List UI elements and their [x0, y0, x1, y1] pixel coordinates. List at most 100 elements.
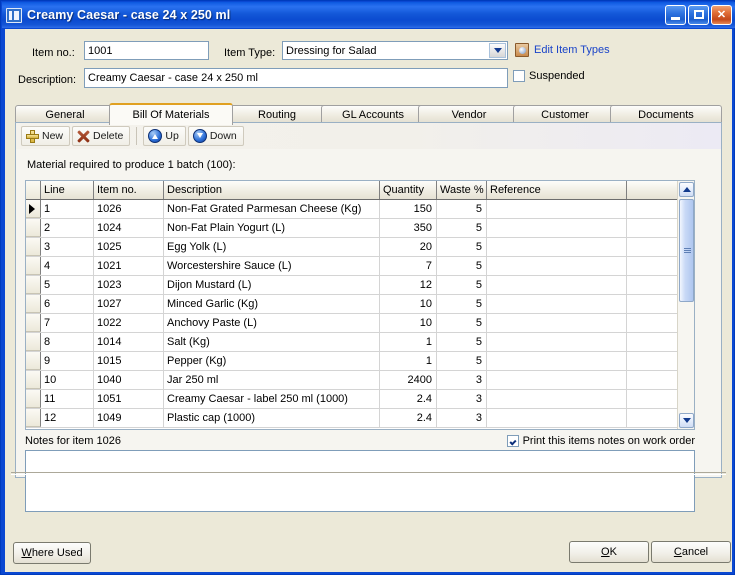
item-type-select[interactable]: Dressing for Salad — [282, 41, 508, 60]
cell-reference[interactable] — [487, 295, 627, 313]
tab-bill-of-materials[interactable]: Bill Of Materials — [109, 103, 233, 125]
tab-general[interactable]: General — [15, 105, 115, 123]
cell-item-no[interactable]: 1027 — [94, 295, 164, 313]
table-row[interactable]: 4 1021 Worcestershire Sauce (L) 7 5 — [26, 257, 677, 276]
scroll-down-button[interactable] — [679, 413, 694, 428]
cell-reference[interactable] — [487, 314, 627, 332]
cell-line[interactable]: 6 — [41, 295, 94, 313]
chevron-down-icon[interactable] — [489, 43, 506, 58]
cell-reference[interactable] — [487, 352, 627, 370]
cell-quantity[interactable]: 2.4 — [380, 409, 437, 427]
cell-description[interactable]: Non-Fat Plain Yogurt (L) — [164, 219, 380, 237]
cell-item-no[interactable]: 1015 — [94, 352, 164, 370]
table-row[interactable]: 10 1040 Jar 250 ml 2400 3 — [26, 371, 677, 390]
cell-description[interactable]: Jar 250 ml — [164, 371, 380, 389]
cell-quantity[interactable]: 10 — [380, 295, 437, 313]
cell-line[interactable]: 8 — [41, 333, 94, 351]
cell-reference[interactable] — [487, 257, 627, 275]
cell-reference[interactable] — [487, 238, 627, 256]
table-row[interactable]: 11 1051 Creamy Caesar - label 250 ml (1000… — [26, 390, 677, 409]
close-button[interactable]: ✕ — [711, 5, 732, 25]
cell-item-no[interactable]: 1025 — [94, 238, 164, 256]
table-row[interactable]: 2 1024 Non-Fat Plain Yogurt (L) 350 5 — [26, 219, 677, 238]
cell-item-no[interactable]: 1049 — [94, 409, 164, 427]
cell-waste[interactable]: 5 — [437, 276, 487, 294]
where-used-button[interactable]: Where Used — [13, 542, 91, 564]
tab-customer[interactable]: Customer — [513, 105, 617, 123]
cell-description[interactable]: Salt (Kg) — [164, 333, 380, 351]
cell-item-no[interactable]: 1022 — [94, 314, 164, 332]
cell-reference[interactable] — [487, 371, 627, 389]
cell-line[interactable]: 1 — [41, 200, 94, 218]
notes-textarea[interactable] — [25, 450, 695, 512]
column-header-line[interactable]: Line — [41, 181, 94, 199]
tab-vendor[interactable]: Vendor — [418, 105, 520, 123]
cell-waste[interactable]: 5 — [437, 219, 487, 237]
table-row[interactable]: 12 1049 Plastic cap (1000) 2.4 3 — [26, 409, 677, 428]
cell-description[interactable]: Egg Yolk (L) — [164, 238, 380, 256]
cell-line[interactable]: 2 — [41, 219, 94, 237]
cell-line[interactable]: 3 — [41, 238, 94, 256]
cell-description[interactable]: Minced Garlic (Kg) — [164, 295, 380, 313]
cell-quantity[interactable]: 7 — [380, 257, 437, 275]
cell-reference[interactable] — [487, 390, 627, 408]
cell-quantity[interactable]: 1 — [380, 352, 437, 370]
move-up-button[interactable]: Up — [143, 126, 186, 146]
column-header-reference[interactable]: Reference — [487, 181, 627, 199]
edit-item-types-label[interactable]: Edit Item Types — [534, 44, 610, 56]
table-row[interactable]: 6 1027 Minced Garlic (Kg) 10 5 — [26, 295, 677, 314]
maximize-button[interactable] — [688, 5, 709, 25]
row-indicator[interactable] — [26, 390, 41, 408]
cell-line[interactable]: 4 — [41, 257, 94, 275]
row-indicator[interactable] — [26, 257, 41, 275]
materials-grid[interactable]: Line Item no. Description Quantity Waste… — [25, 180, 695, 430]
cell-line[interactable]: 9 — [41, 352, 94, 370]
row-indicator[interactable] — [26, 352, 41, 370]
item-no-input[interactable]: 1001 — [84, 41, 209, 60]
description-input[interactable]: Creamy Caesar - case 24 x 250 ml — [84, 68, 508, 88]
column-header-quantity[interactable]: Quantity — [380, 181, 437, 199]
cell-quantity[interactable]: 12 — [380, 276, 437, 294]
table-row[interactable]: 9 1015 Pepper (Kg) 1 5 — [26, 352, 677, 371]
row-indicator[interactable] — [26, 276, 41, 294]
cell-quantity[interactable]: 150 — [380, 200, 437, 218]
cell-description[interactable]: Creamy Caesar - label 250 ml (1000) — [164, 390, 380, 408]
tab-gl-accounts[interactable]: GL Accounts — [321, 105, 425, 123]
cell-quantity[interactable]: 20 — [380, 238, 437, 256]
cell-reference[interactable] — [487, 200, 627, 218]
cell-quantity[interactable]: 2400 — [380, 371, 437, 389]
cell-waste[interactable]: 3 — [437, 371, 487, 389]
tab-documents[interactable]: Documents — [610, 105, 722, 123]
cell-item-no[interactable]: 1021 — [94, 257, 164, 275]
cell-reference[interactable] — [487, 333, 627, 351]
cell-line[interactable]: 11 — [41, 390, 94, 408]
scroll-up-button[interactable] — [679, 182, 694, 197]
row-indicator[interactable] — [26, 238, 41, 256]
row-indicator[interactable] — [26, 295, 41, 313]
new-button[interactable]: New — [21, 126, 71, 146]
cell-waste[interactable]: 5 — [437, 257, 487, 275]
cell-description[interactable]: Dijon Mustard (L) — [164, 276, 380, 294]
cell-reference[interactable] — [487, 409, 627, 427]
cell-waste[interactable]: 5 — [437, 238, 487, 256]
cell-quantity[interactable]: 10 — [380, 314, 437, 332]
table-row[interactable]: 5 1023 Dijon Mustard (L) 12 5 — [26, 276, 677, 295]
column-header-description[interactable]: Description — [164, 181, 380, 199]
cell-item-no[interactable]: 1014 — [94, 333, 164, 351]
cancel-button[interactable]: Cancel — [651, 541, 731, 563]
cell-item-no[interactable]: 1040 — [94, 371, 164, 389]
delete-button[interactable]: Delete — [72, 126, 131, 146]
cell-waste[interactable]: 3 — [437, 390, 487, 408]
cell-item-no[interactable]: 1051 — [94, 390, 164, 408]
suspended-checkbox-box[interactable] — [513, 70, 525, 82]
cell-line[interactable]: 7 — [41, 314, 94, 332]
cell-item-no[interactable]: 1023 — [94, 276, 164, 294]
column-header-waste[interactable]: Waste % — [437, 181, 487, 199]
column-header-item-no[interactable]: Item no. — [94, 181, 164, 199]
cell-description[interactable]: Plastic cap (1000) — [164, 409, 380, 427]
table-row[interactable]: 8 1014 Salt (Kg) 1 5 — [26, 333, 677, 352]
cell-line[interactable]: 5 — [41, 276, 94, 294]
cell-waste[interactable]: 5 — [437, 352, 487, 370]
cell-item-no[interactable]: 1026 — [94, 200, 164, 218]
move-down-button[interactable]: Down — [187, 126, 244, 146]
